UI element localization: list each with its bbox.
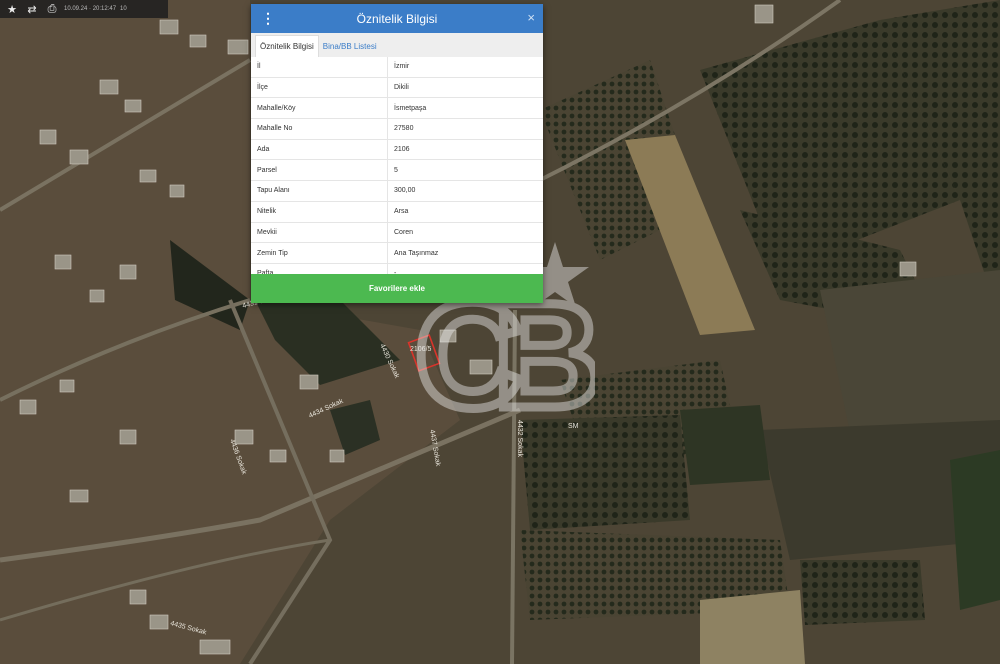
attribute-table: İl İzmir İlçe Dikili Mahalle/Köy İsmetpaşa … [251,57,543,285]
double-arrow-icon[interactable]: ⇄ [24,1,40,17]
attr-value: Dikili [387,77,543,99]
attr-value: İsmetpaşa [387,97,543,120]
map-toolbar: ★ ⇄ ⎙ 10.09.24 · 20:12:47 10 [0,0,168,18]
attr-key: Mevkii [251,222,388,244]
print-icon[interactable]: ⎙ [44,1,60,17]
tab-attributes[interactable]: Öznitelik Bilgisi [255,35,319,57]
table-row: Zemin Tip Ana Taşınmaz [251,242,543,264]
star-icon[interactable]: ★ [4,1,20,17]
attr-key: Mahalle No [251,118,388,140]
attr-value: Ana Taşınmaz [387,242,543,264]
attr-key: Ada [251,139,388,161]
vertical-dots-icon[interactable]: ⋮ [261,10,275,27]
attr-value: İzmir [387,57,543,78]
attribute-panel: ⋮ Öznitelik Bilgisi × Öznitelik Bilgisi … [251,4,543,303]
attr-key: Nitelik [251,201,388,223]
attr-value: 27580 [387,118,543,140]
table-row: Mahalle No 27580 [251,118,543,140]
table-row: İl İzmir [251,57,543,78]
attr-key: Zemin Tip [251,242,388,264]
attr-key: Parsel [251,159,388,182]
table-row: İlçe Dikili [251,77,543,99]
timestamp: 10.09.24 · 20:12:47 [64,6,117,12]
attr-key: Tapu Alanı [251,180,388,202]
close-icon[interactable]: × [527,10,535,25]
table-row: Nitelik Arsa [251,201,543,223]
panel-tabs: Öznitelik Bilgisi Bina/BB Listesi [251,33,543,57]
attr-key: Mahalle/Köy [251,97,388,120]
table-row: Mevkii Coren [251,222,543,244]
page-number: 10 [120,6,127,12]
attr-value: 2106 [387,139,543,161]
tab-building-list[interactable]: Bina/BB Listesi [319,36,381,57]
table-row: Ada 2106 [251,139,543,161]
attr-value: 300,00 [387,180,543,202]
attr-value: Coren [387,222,543,244]
attr-value: Arsa [387,201,543,223]
panel-header: ⋮ Öznitelik Bilgisi × [251,4,543,33]
attr-key: İlçe [251,77,388,99]
attr-key: İl [251,57,388,78]
panel-title: Öznitelik Bilgisi [356,11,438,26]
add-to-favorites-button[interactable]: Favorilere ekle [251,274,543,303]
table-row: Parsel 5 [251,159,543,182]
table-row: Mahalle/Köy İsmetpaşa [251,97,543,120]
table-row: Tapu Alanı 300,00 [251,180,543,202]
attr-value: 5 [387,159,543,182]
